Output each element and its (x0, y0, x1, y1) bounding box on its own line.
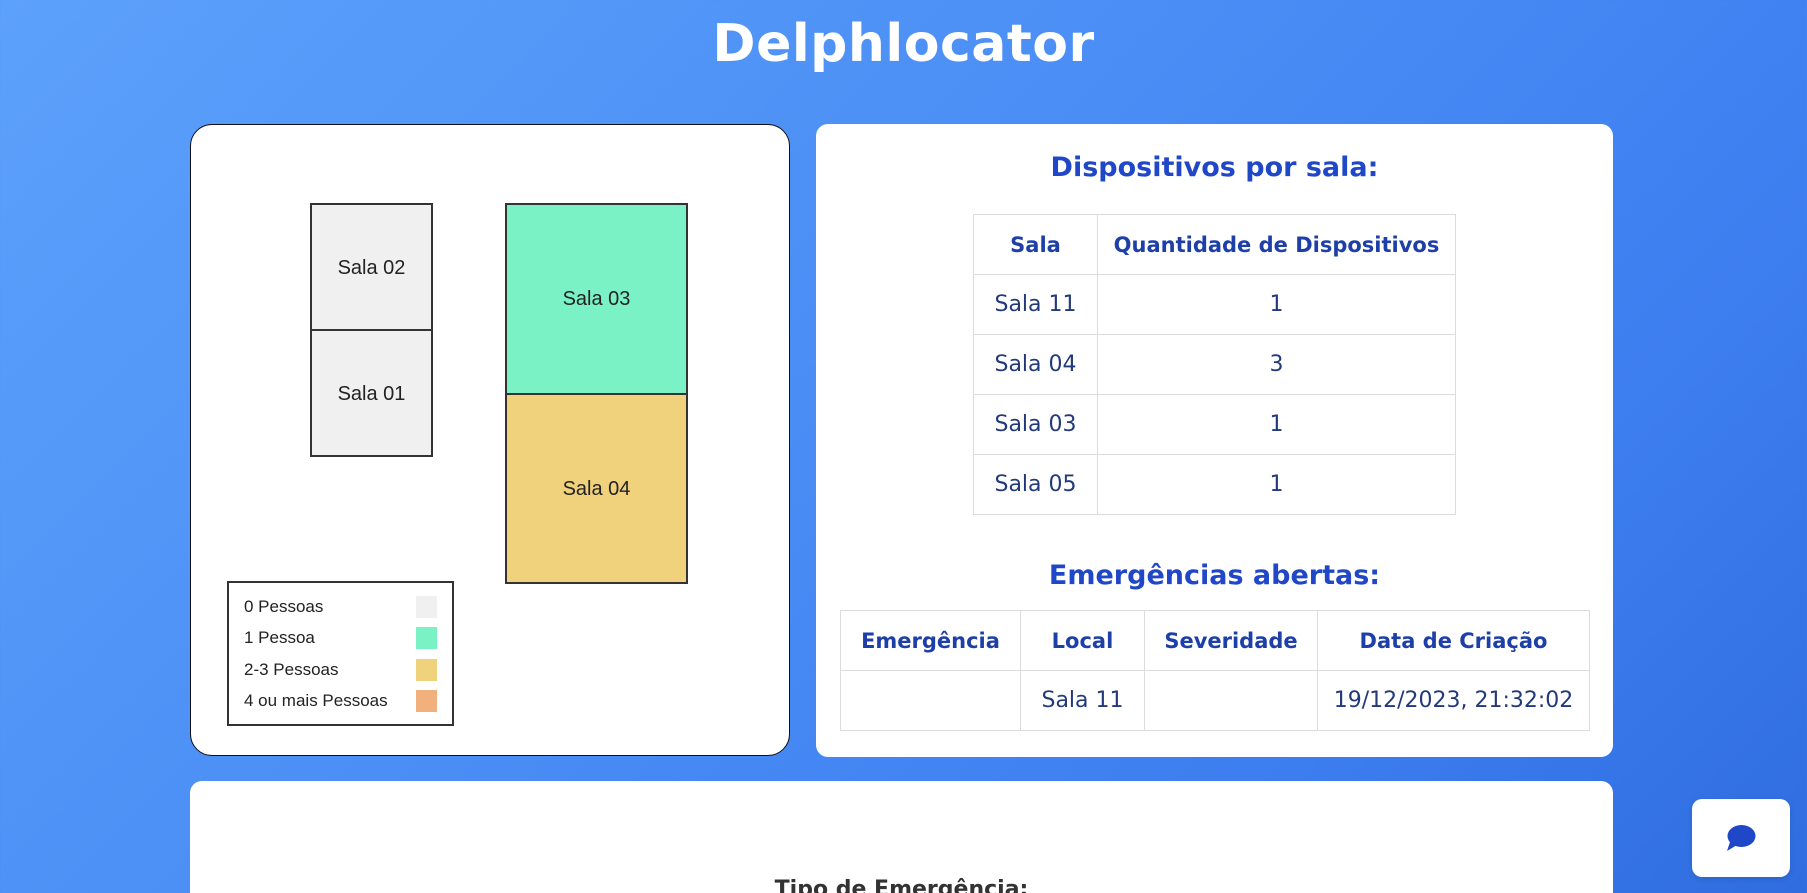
devices-title: Dispositivos por sala: (1050, 152, 1379, 183)
legend-swatch-2 (416, 659, 437, 681)
legend-label-1: 1 Pessoa (244, 628, 315, 647)
chat-button[interactable] (1692, 799, 1790, 877)
app-title: Delphlocator (712, 14, 1095, 74)
devices-table-header-row: Sala Quantidade de Dispositivos (973, 214, 1456, 275)
map-legend: 0 Pessoas 1 Pessoa 2-3 Pessoas 4 ou mais… (227, 581, 454, 726)
devices-cell-count: 1 (1097, 394, 1456, 455)
table-row: Sala 11 19/12/2023, 21:32:02 (840, 670, 1590, 731)
room-sala-03[interactable]: Sala 03 (505, 203, 688, 395)
emergencies-header-created: Data de Criação (1317, 610, 1590, 671)
emergencies-table: Emergência Local Severidade Data de Cria… (840, 610, 1590, 731)
devices-cell-room: Sala 11 (973, 274, 1098, 335)
room-sala-04[interactable]: Sala 04 (505, 393, 688, 584)
legend-label-0: 0 Pessoas (244, 597, 323, 616)
emergencies-cell-severity (1144, 670, 1318, 731)
devices-table: Sala Quantidade de Dispositivos Sala 11 … (973, 214, 1456, 515)
legend-label-3: 4 ou mais Pessoas (244, 691, 388, 710)
room-sala-01-label: Sala 01 (338, 383, 406, 405)
emergencies-header-severity: Severidade (1144, 610, 1318, 671)
info-card: Dispositivos por sala: Sala Quantidade d… (816, 124, 1613, 757)
room-sala-04-label: Sala 04 (563, 478, 631, 500)
room-sala-02[interactable]: Sala 02 (310, 203, 433, 331)
legend-swatch-1 (416, 627, 437, 649)
legend-swatch-3 (416, 690, 437, 712)
devices-header-count: Quantidade de Dispositivos (1097, 214, 1456, 275)
room-sala-01[interactable]: Sala 01 (310, 329, 433, 457)
room-sala-03-label: Sala 03 (563, 288, 631, 310)
floor-map-card: Sala 02 Sala 01 Sala 03 Sala 04 0 Pessoa… (190, 124, 790, 756)
emergencies-cell-created: 19/12/2023, 21:32:02 (1317, 670, 1590, 731)
devices-cell-count: 1 (1097, 454, 1456, 515)
emergency-form-card: Tipo de Emergência: (190, 781, 1613, 893)
emergencies-header-location: Local (1020, 610, 1145, 671)
devices-cell-count: 1 (1097, 274, 1456, 335)
room-sala-02-label: Sala 02 (338, 257, 406, 279)
emergencies-table-header-row: Emergência Local Severidade Data de Cria… (840, 610, 1590, 671)
table-row: Sala 03 1 (973, 394, 1456, 455)
table-row: Sala 04 3 (973, 334, 1456, 395)
devices-cell-count: 3 (1097, 334, 1456, 395)
legend-label-2: 2-3 Pessoas (244, 660, 339, 679)
chat-bubble-icon (1727, 825, 1756, 851)
emergencies-cell-emergency (840, 670, 1021, 731)
emergencies-header-emergency: Emergência (840, 610, 1021, 671)
floor-map: Sala 02 Sala 01 Sala 03 Sala 04 0 Pessoa… (227, 203, 688, 726)
devices-cell-room: Sala 04 (973, 334, 1098, 395)
devices-cell-room: Sala 03 (973, 394, 1098, 455)
devices-header-room: Sala (973, 214, 1098, 275)
devices-cell-room: Sala 05 (973, 454, 1098, 515)
emergencies-title: Emergências abertas: (1048, 560, 1381, 591)
emergency-type-label: Tipo de Emergência: (774, 877, 1029, 893)
legend-swatch-0 (416, 596, 437, 618)
table-row: Sala 05 1 (973, 454, 1456, 515)
table-row: Sala 11 1 (973, 274, 1456, 335)
emergencies-cell-location: Sala 11 (1020, 670, 1145, 731)
